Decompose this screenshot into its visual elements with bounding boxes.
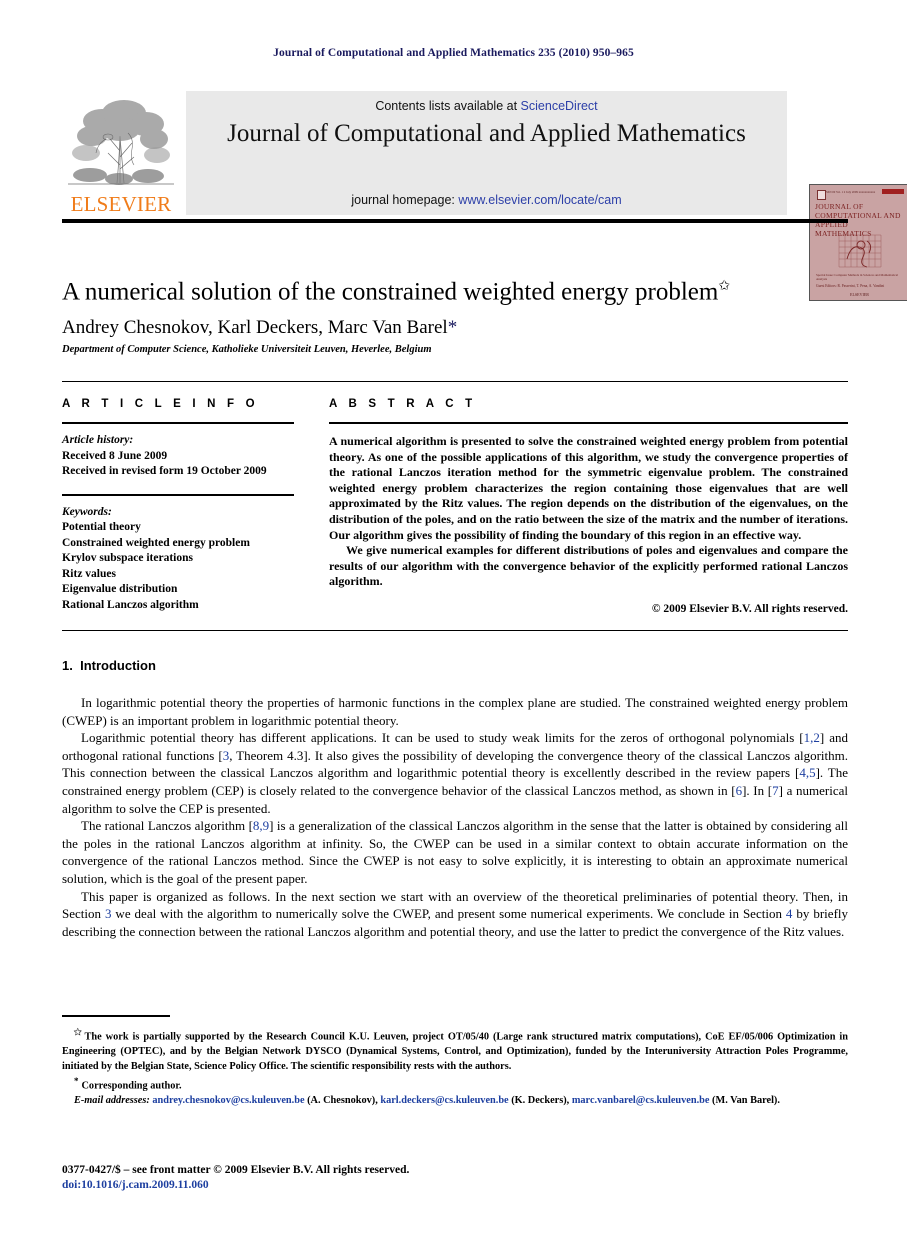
keyword-item: Constrained weighted energy problem xyxy=(62,536,250,549)
cover-elsevier-mark-icon xyxy=(817,190,826,200)
text-run: we deal with the algorithm to numericall… xyxy=(111,906,786,922)
elsevier-logo: ELSEVIER xyxy=(62,91,180,215)
corresponding-author-marker: * xyxy=(447,317,458,338)
article-info-rule xyxy=(62,422,294,424)
keywords-rule xyxy=(62,493,294,496)
email-label: E-mail addresses: xyxy=(74,1095,150,1107)
journal-masthead: ELSEVIER Contents lists available at Sci… xyxy=(62,88,907,301)
email-person: (K. Deckers) xyxy=(511,1095,567,1107)
email-link[interactable]: andrey.chesnokov@cs.kuleuven.be xyxy=(152,1095,304,1106)
email-person: (A. Chesnokov) xyxy=(307,1095,376,1107)
keyword-item: Rational Lanczos algorithm xyxy=(62,598,199,611)
body-paragraph: The rational Lanczos algorithm [8,9] is … xyxy=(62,817,848,887)
text-run: The rational Lanczos algorithm [ xyxy=(81,818,253,834)
citation-link[interactable]: 8,9 xyxy=(253,818,269,833)
text-run: Logarithmic potential theory has differe… xyxy=(81,730,804,746)
citation-link[interactable]: 4,5 xyxy=(799,765,815,780)
journal-homepage-line: journal homepage: www.elsevier.com/locat… xyxy=(186,193,787,207)
article-info-top-divider xyxy=(62,381,848,382)
article-info-heading: A R T I C L E I N F O xyxy=(62,398,259,410)
body-paragraph: In logarithmic potential theory the prop… xyxy=(62,695,848,728)
journal-homepage-link[interactable]: www.elsevier.com/locate/cam xyxy=(458,193,621,207)
elsevier-wordmark: ELSEVIER xyxy=(70,192,172,216)
body-paragraph: Logarithmic potential theory has differe… xyxy=(62,729,848,817)
abstract-heading: A B S T R A C T xyxy=(329,398,477,410)
journal-title: Journal of Computational and Applied Mat… xyxy=(227,120,746,147)
section-heading: 1. Introduction xyxy=(62,658,156,673)
citation-link[interactable]: 1,2 xyxy=(804,730,820,745)
email-link[interactable]: marc.vanbarel@cs.kuleuven.be xyxy=(572,1095,710,1106)
footnotes: ✩ The work is partially supported by the … xyxy=(62,1025,848,1109)
author-list: Andrey Chesnokov, Karl Deckers, Marc Van… xyxy=(62,316,852,339)
affiliation: Department of Computer Science, Katholie… xyxy=(62,344,432,355)
funding-marker: ✩ xyxy=(74,1027,82,1037)
doi-link[interactable]: doi:10.1016/j.cam.2009.11.060 xyxy=(62,1179,209,1191)
section-number: 1. xyxy=(62,658,73,673)
funding-text: The work is partially supported by the R… xyxy=(62,1031,848,1072)
contents-panel: Contents lists available at ScienceDirec… xyxy=(186,91,787,215)
history-item: Received in revised form 19 October 2009 xyxy=(62,465,267,477)
section-title-text: Introduction xyxy=(80,658,156,673)
keywords-label: Keywords: xyxy=(62,505,112,518)
body-paragraph: This paper is organized as follows. In t… xyxy=(62,888,848,941)
page-title: A numerical solution of the constrained … xyxy=(62,272,852,307)
issn-line: 0377-0427/$ – see front matter © 2009 El… xyxy=(62,1164,410,1176)
footnote-emails: E-mail addresses: andrey.chesnokov@cs.ku… xyxy=(74,1095,780,1107)
body-text: In logarithmic potential theory the prop… xyxy=(62,694,848,940)
abstract-copyright: © 2009 Elsevier B.V. All rights reserved… xyxy=(651,602,848,615)
cover-topbar: ISSN 00 Vol. 1 2 July 2009 xxxxxxxxxxx xyxy=(813,187,904,200)
author-names: Andrey Chesnokov, Karl Deckers, Marc Van… xyxy=(62,317,448,338)
article-info-column: A R T I C L E I N F O Article history: R… xyxy=(62,398,294,613)
email-link[interactable]: karl.deckers@cs.kuleuven.be xyxy=(380,1095,508,1106)
abstract-column: A B S T R A C T A numerical algorithm is… xyxy=(329,398,848,615)
email-person: (M. Van Barel) xyxy=(712,1095,778,1107)
contents-available-line: Contents lists available at ScienceDirec… xyxy=(186,99,787,113)
keywords-block: Keywords: Potential theory Constrained w… xyxy=(62,505,294,614)
contents-prefix: Contents lists available at xyxy=(375,99,518,113)
history-item: Received 8 June 2009 xyxy=(62,449,168,462)
abstract-paragraph: We give numerical examples for different… xyxy=(329,543,848,589)
running-head: Journal of Computational and Applied Mat… xyxy=(273,47,634,59)
footnote-corresponding: * Corresponding author. xyxy=(62,1074,848,1094)
corresponding-marker: * xyxy=(74,1076,79,1087)
keyword-item: Potential theory xyxy=(62,521,141,533)
keyword-item: Ritz values xyxy=(62,567,116,580)
footnote-divider xyxy=(62,1015,170,1017)
abstract-paragraph: A numerical algorithm is presented to so… xyxy=(329,434,848,542)
keyword-item: Krylov subspace iterations xyxy=(62,552,193,564)
elsevier-tree-icon xyxy=(62,91,180,191)
abstract-rule xyxy=(329,422,848,424)
footnote-funding: ✩ The work is partially supported by the … xyxy=(62,1025,848,1074)
homepage-prefix: journal homepage: xyxy=(351,193,455,207)
article-title-text: A numerical solution of the constrained … xyxy=(62,278,719,306)
abstract-text: A numerical algorithm is presented to so… xyxy=(329,434,848,590)
title-footnote-marker: ✩ xyxy=(718,279,731,294)
masthead-divider xyxy=(62,219,848,223)
paper-page: Journal of Computational and Applied Mat… xyxy=(0,0,907,1238)
keyword-item: Eigenvalue distribution xyxy=(62,583,178,595)
sciencedirect-link[interactable]: ScienceDirect xyxy=(521,99,598,113)
corresponding-text: Corresponding author. xyxy=(81,1080,182,1092)
article-history-label: Article history: xyxy=(62,434,134,446)
article-history-block: Article history: Received 8 June 2009 Re… xyxy=(62,433,294,480)
article-info-bottom-divider xyxy=(62,630,848,631)
cover-artwork-icon xyxy=(838,234,882,268)
cover-red-block xyxy=(882,189,904,194)
text-run: ]. In [ xyxy=(742,782,773,798)
